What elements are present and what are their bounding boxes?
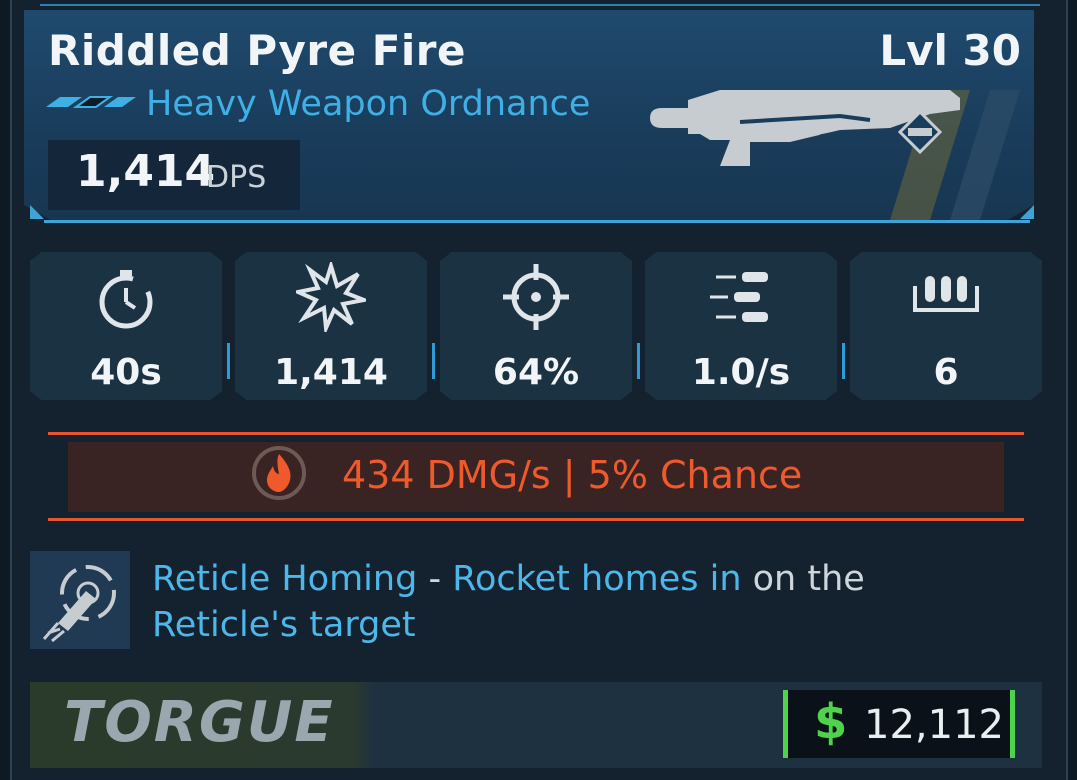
stat-value: 64%	[492, 352, 580, 393]
perk-icon-box	[30, 551, 130, 649]
stopwatch-icon	[99, 270, 153, 329]
perk-description: Reticle Homing - Rocket homes in on the …	[152, 556, 972, 648]
stat-fire-rate: 1.0/s	[645, 252, 837, 400]
element-effect: 434 DMG/s | 5% Chance	[48, 432, 1024, 522]
stat-value: 1.0/s	[691, 352, 791, 393]
header-divider	[44, 220, 1030, 223]
stat-separator	[227, 343, 230, 379]
corner-accent-left	[30, 205, 44, 219]
perk-rest: on the	[741, 559, 865, 599]
stat-reload-time: 40s	[30, 252, 222, 400]
perk-highlight-2: Reticle's target	[152, 605, 416, 645]
element-text: 434 DMG/s | 5% Chance	[342, 453, 803, 497]
stat-separator	[637, 343, 640, 379]
weapon-type: Heavy Weapon Ordnance	[146, 84, 591, 124]
stat-magazine: 6	[850, 252, 1042, 400]
stat-separator	[432, 343, 435, 379]
stat-value: 6	[933, 352, 959, 393]
crosshair-icon	[503, 264, 569, 330]
stat-separator	[842, 343, 845, 379]
homing-rocket-icon	[42, 565, 116, 643]
element-border-top	[48, 432, 1024, 435]
rocket-launcher-icon	[650, 90, 1020, 220]
rarity-chevrons-icon	[46, 96, 136, 108]
stat-value: 1,414	[274, 352, 388, 393]
fire-element-icon	[252, 446, 306, 500]
stat-value: 40s	[90, 352, 162, 393]
perk-dash: -	[417, 559, 453, 599]
currency-icon: $	[814, 694, 848, 750]
dps-label: DPS	[206, 160, 267, 195]
stat-accuracy: 64%	[440, 252, 632, 400]
price-value: 12,112	[864, 702, 1004, 748]
item-name: Riddled Pyre Fire	[48, 26, 466, 75]
perk-name: Reticle Homing	[152, 559, 418, 599]
damage-burst-icon	[296, 262, 366, 332]
perk-highlight: Rocket homes in	[452, 559, 742, 599]
stat-damage: 1,414	[235, 252, 427, 400]
manufacturer-logo: TORGUE	[64, 690, 335, 755]
top-border	[40, 4, 1040, 10]
item-level: Lvl 30	[879, 26, 1021, 75]
fire-rate-icon	[710, 272, 768, 322]
element-border-bottom	[48, 518, 1024, 521]
magazine-icon	[913, 276, 979, 312]
dps-value: 1,414	[76, 146, 216, 197]
